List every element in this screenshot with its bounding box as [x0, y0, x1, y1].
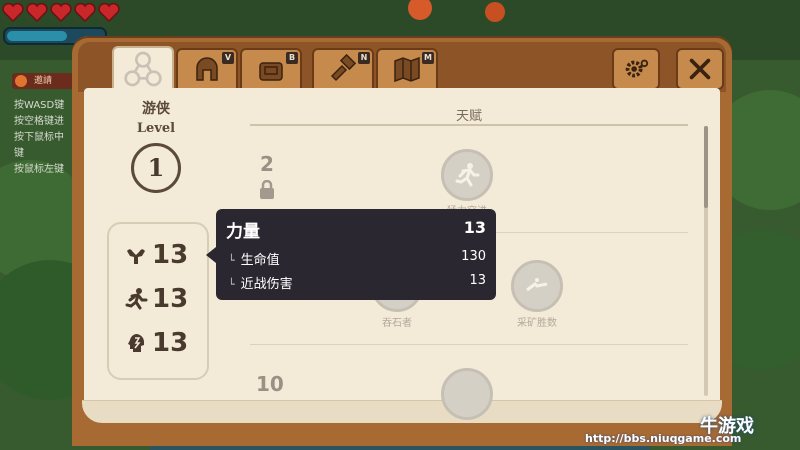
tab-map[interactable]: M — [376, 48, 438, 90]
mining-icon — [526, 278, 548, 292]
tooltip-row: └ 近战伤害 13 — [228, 273, 486, 292]
tooltip-row-value: 13 — [469, 273, 486, 288]
sub-arrow-icon: └ — [228, 278, 235, 291]
map-icon — [394, 56, 420, 83]
quest-header[interactable]: 邀請 — [12, 73, 74, 89]
strength-icon — [127, 249, 145, 264]
heart-icon — [26, 2, 48, 22]
scrollbar-thumb[interactable] — [704, 126, 708, 208]
dexterity-icon — [125, 288, 148, 310]
bag-icon — [259, 62, 283, 81]
talent-label: 吞石者 — [382, 318, 412, 329]
tab-crafting[interactable]: N — [312, 48, 374, 90]
stat-intelligence[interactable]: 13 — [124, 326, 204, 360]
hammer-icon — [330, 54, 357, 82]
talents-heading: 天赋 — [455, 109, 482, 124]
class-icon — [124, 51, 162, 87]
tooltip-total: 13 — [463, 218, 486, 237]
talent-node[interactable] — [511, 260, 563, 312]
tooltip-row-label: 生命值 — [240, 253, 280, 268]
talent-label: 采矿胜数 — [517, 318, 557, 329]
tooltip-row-label: 近战伤害 — [240, 277, 293, 292]
level-label: Level — [136, 121, 176, 136]
tier-separator — [250, 344, 688, 345]
tooltip-title: 力量 — [226, 222, 260, 242]
tab-equipment[interactable]: V — [176, 48, 238, 90]
talents-divider — [250, 124, 688, 126]
tab-character[interactable] — [112, 46, 174, 92]
stat-value: 13 — [152, 284, 189, 314]
watermark-url: http://bbs.niuqgame.com — [585, 432, 742, 445]
lock-icon — [260, 180, 274, 199]
quest-line: 按下鼠标中 — [14, 132, 64, 143]
quest-icon — [15, 75, 27, 87]
stamina-fill — [7, 31, 67, 41]
heart-icon — [50, 2, 72, 22]
parchment-curl — [82, 400, 722, 423]
level-badge: 1 — [131, 143, 181, 193]
tooltip-row-value: 130 — [461, 249, 486, 264]
talent-node[interactable] — [441, 149, 493, 201]
stat-strength[interactable]: 13 — [124, 238, 204, 272]
stat-value: 13 — [152, 328, 189, 358]
hotkey-badge: V — [222, 52, 234, 64]
talents-scrollbar[interactable] — [704, 126, 708, 396]
quest-header-label: 邀請 — [34, 76, 53, 86]
tooltip-row: └ 生命值 130 — [228, 249, 486, 268]
quest-list: 按WASD键 按空格键进 按下鼠标中 键 按鼠标左键 — [14, 98, 64, 178]
tier-required-level: 10 — [256, 372, 284, 396]
sprint-icon — [455, 163, 480, 187]
intelligence-icon — [128, 334, 144, 352]
gear-icon — [625, 59, 649, 78]
hotkey-badge: M — [422, 52, 434, 64]
class-name: 游侠 — [142, 101, 170, 117]
helmet-icon — [196, 57, 218, 81]
stat-tooltip: 力量 13 └ 生命值 130 └ 近战伤害 13 — [206, 209, 496, 300]
settings-button[interactable] — [612, 48, 660, 90]
sub-arrow-icon: └ — [228, 254, 235, 267]
quest-line: 键 — [14, 148, 24, 159]
hotkey-badge: B — [286, 52, 298, 64]
stat-value: 13 — [152, 240, 189, 270]
quest-line: 按鼠标左键 — [14, 164, 64, 175]
hotkey-badge: N — [358, 52, 370, 64]
tab-inventory[interactable]: B — [240, 48, 302, 90]
close-button[interactable] — [676, 48, 724, 90]
quest-line: 按空格键进 — [14, 116, 64, 127]
heart-icon — [98, 2, 120, 22]
heart-icon — [74, 2, 96, 22]
heart-icon — [2, 2, 24, 22]
quest-line: 按WASD键 — [14, 100, 65, 111]
health-hearts — [2, 2, 120, 22]
close-icon — [689, 58, 711, 80]
talent-node[interactable] — [441, 368, 493, 420]
tier-required-level: 2 — [260, 152, 274, 176]
stat-dexterity[interactable]: 13 — [124, 282, 204, 316]
